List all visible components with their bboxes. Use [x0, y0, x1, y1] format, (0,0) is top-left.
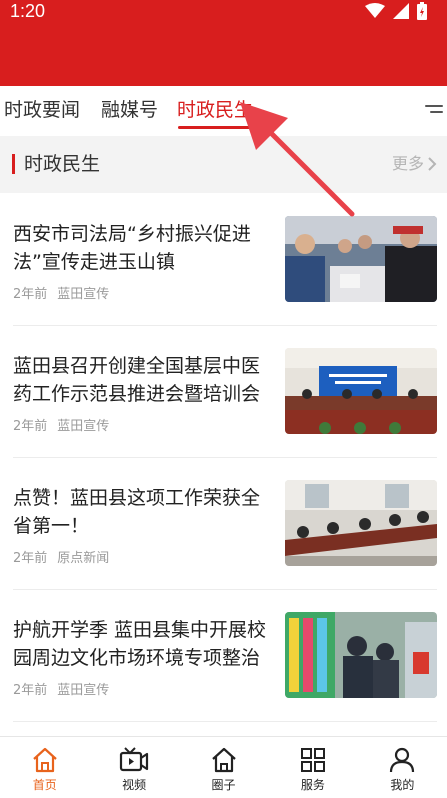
video-icon [120, 747, 149, 772]
tab-shizheng-minsheng[interactable]: 时政民生 [177, 98, 253, 122]
news-thumbnail [285, 348, 437, 434]
news-time: 2年前 [13, 551, 48, 566]
nav-label: 我的 [390, 778, 415, 792]
news-item[interactable]: 点赞！蓝田县这项工作荣获全省第一！ 2年前 原点新闻 [0, 458, 447, 590]
tab-rongmeihao[interactable]: 融媒号 [101, 98, 158, 122]
nav-label: 服务 [300, 778, 325, 792]
news-time: 2年前 [13, 287, 48, 302]
nav-label: 视频 [122, 778, 147, 792]
news-meta: 2年前 蓝田宣传 [13, 682, 109, 700]
news-meta: 2年前 原点新闻 [13, 550, 109, 568]
news-item[interactable]: 蓝田县召开创建全国基层中医药工作示范县推进会暨培训会 2年前 蓝田宣传 [0, 326, 447, 458]
section-title: 时政民生 [24, 153, 101, 175]
news-thumbnail [285, 216, 437, 302]
news-item[interactable]: 护航开学季 蓝田县集中开展校园周边文化市场环境专项整治 2年前 蓝田宣传 [0, 590, 447, 722]
nav-home[interactable]: 首页 [0, 737, 89, 798]
wifi-icon [365, 3, 385, 18]
news-title: 西安市司法局“乡村振兴促进法”宣传走进玉山镇 [13, 223, 251, 273]
menu-line [425, 105, 443, 107]
tab-shizheng-yaowen[interactable]: 时政要闻 [4, 98, 80, 122]
more-link[interactable]: 更多 [392, 153, 437, 175]
news-title: 蓝田县召开创建全国基层中医药工作示范县推进会暨培训会 [13, 355, 261, 405]
active-tab-underline [178, 126, 262, 129]
more-label: 更多 [391, 154, 424, 173]
news-source: 蓝田宣传 [57, 683, 110, 698]
news-source: 蓝田宣传 [57, 287, 110, 302]
status-icons [365, 2, 427, 20]
battery-icon [417, 2, 427, 20]
bottom-nav: 首页 视频 圈子 服务 我的 [0, 736, 447, 798]
news-title: 护航开学季 蓝田县集中开展校园周边文化市场环境专项整治 [13, 619, 267, 669]
nav-service[interactable]: 服务 [268, 737, 357, 798]
nav-label: 首页 [32, 778, 57, 792]
news-meta: 2年前 蓝田宣传 [13, 418, 109, 436]
user-icon [390, 747, 415, 773]
section-accent-bar [12, 154, 15, 174]
news-title: 点赞！蓝田县这项工作荣获全省第一！ [13, 487, 261, 537]
news-source: 蓝田宣传 [57, 419, 110, 434]
status-time: 1:20 [10, 1, 46, 21]
news-meta: 2年前 蓝田宣传 [13, 286, 109, 304]
divider [13, 721, 437, 722]
news-source: 原点新闻 [57, 551, 110, 566]
app-header: 1:20 [0, 0, 447, 86]
section-header: 时政民生 更多 [0, 136, 447, 193]
news-item[interactable]: 西安市司法局“乡村振兴促进法”宣传走进玉山镇 2年前 蓝田宣传 [0, 194, 447, 326]
nav-label: 圈子 [211, 778, 236, 792]
channel-menu-button[interactable] [425, 102, 443, 118]
news-thumbnail [285, 612, 437, 698]
nav-circle[interactable]: 圈子 [179, 737, 268, 798]
grid-icon [300, 748, 325, 772]
menu-line [430, 111, 443, 113]
nav-video[interactable]: 视频 [89, 737, 178, 798]
signal-icon [393, 3, 409, 19]
news-time: 2年前 [13, 683, 48, 698]
nav-mine[interactable]: 我的 [358, 737, 447, 798]
channel-tabs: 时政要闻 融媒号 时政民生 [0, 86, 447, 136]
news-thumbnail [285, 480, 437, 566]
home-icon [32, 747, 57, 773]
circle-home-icon [211, 747, 236, 773]
news-time: 2年前 [13, 419, 48, 434]
chevron-right-icon [428, 157, 437, 171]
